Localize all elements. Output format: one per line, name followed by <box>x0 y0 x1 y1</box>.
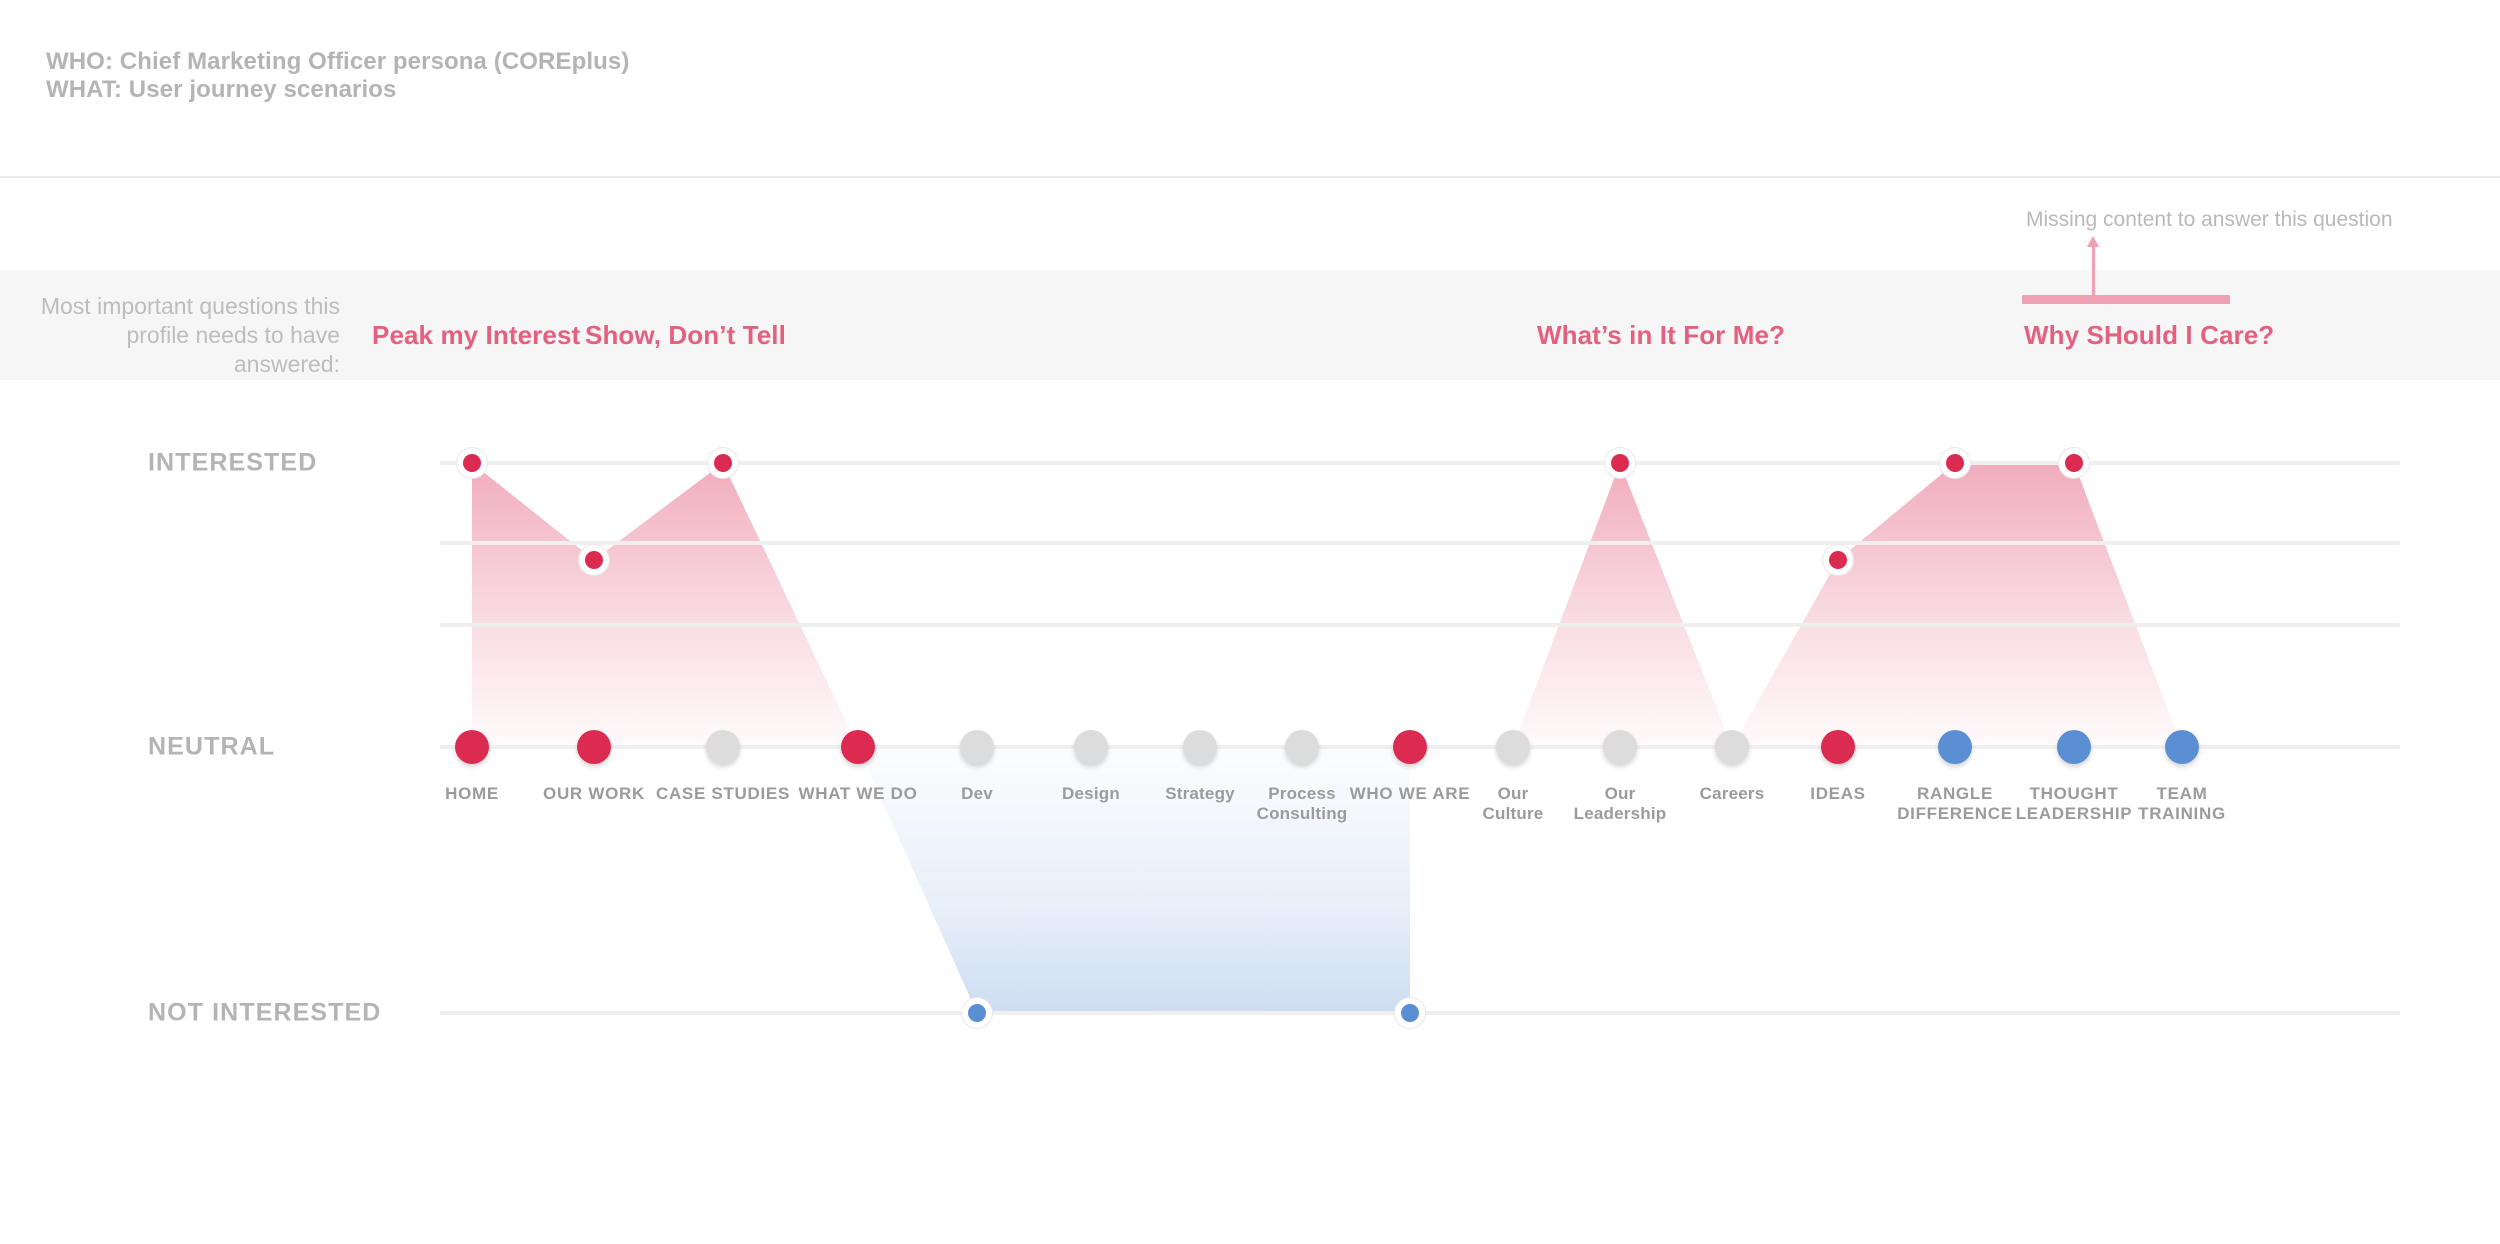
journey-chart: INTERESTED NEUTRAL NOT INTERESTED HOME O… <box>0 0 2500 1244</box>
red-area-middle <box>1513 463 1732 747</box>
node-team-training[interactable] <box>2165 730 2199 764</box>
node-label-home: HOME <box>445 784 499 803</box>
interest-marker-ideas[interactable] <box>1829 551 1847 569</box>
node-case-studies[interactable] <box>706 730 740 764</box>
node-label-ideas: IDEAS <box>1810 784 1866 803</box>
node-label-our-leadership: Our Leadership <box>1573 784 1667 823</box>
interest-marker-home[interactable] <box>463 454 481 472</box>
node-our-leadership[interactable] <box>1603 730 1637 764</box>
node-label-thought-leadership: THOUGHT LEADERSHIP <box>2015 784 2133 823</box>
node-who-we-are[interactable] <box>1393 730 1427 764</box>
interest-marker-dev[interactable] <box>968 1004 986 1022</box>
node-our-work[interactable] <box>577 730 611 764</box>
gridline-interested <box>440 461 2400 465</box>
node-home[interactable] <box>455 730 489 764</box>
gridline-not-interested <box>440 1011 2400 1015</box>
node-label-case-studies: CASE STUDIES <box>655 784 791 803</box>
red-area-right <box>1732 463 2182 747</box>
node-label-process-consulting: Process Consulting <box>1256 784 1348 823</box>
node-what-we-do[interactable] <box>841 730 875 764</box>
node-label-rangle-difference: RANGLE DIFFERENCE <box>1897 784 2013 823</box>
axis-label-neutral: NEUTRAL <box>148 732 276 761</box>
node-label-careers: Careers <box>1699 784 1765 803</box>
node-strategy[interactable] <box>1183 730 1217 764</box>
node-process-consulting[interactable] <box>1285 730 1319 764</box>
node-label-what-we-do: WHAT WE DO <box>798 784 918 803</box>
node-label-who-we-are: WHO WE ARE <box>1349 784 1471 803</box>
node-our-culture[interactable] <box>1496 730 1530 764</box>
node-label-dev: Dev <box>961 784 993 803</box>
interest-marker-case-studies[interactable] <box>714 454 732 472</box>
node-ideas[interactable] <box>1821 730 1855 764</box>
node-dev[interactable] <box>960 730 994 764</box>
axis-label-not-interested: NOT INTERESTED <box>148 998 382 1027</box>
interest-marker-our-work[interactable] <box>585 551 603 569</box>
node-rangle-difference[interactable] <box>1938 730 1972 764</box>
red-area-left <box>472 463 858 747</box>
node-label-team-training: TEAM TRAINING <box>2138 784 2226 823</box>
node-careers[interactable] <box>1715 730 1749 764</box>
axis-label-interested: INTERESTED <box>148 448 318 477</box>
node-label-our-culture: Our Culture <box>1482 784 1544 823</box>
interest-marker-thought-leadership[interactable] <box>2065 454 2083 472</box>
interest-marker-who-we-are-low[interactable] <box>1401 1004 1419 1022</box>
node-thought-leadership[interactable] <box>2057 730 2091 764</box>
node-label-design: Design <box>1062 784 1120 803</box>
interest-marker-rangle-difference[interactable] <box>1946 454 1964 472</box>
gridline-upper-mid <box>440 541 2400 545</box>
node-design[interactable] <box>1074 730 1108 764</box>
gridline-lower-mid <box>440 623 2400 627</box>
node-label-our-work: OUR WORK <box>543 784 645 803</box>
interest-marker-our-leadership[interactable] <box>1611 454 1629 472</box>
node-label-strategy: Strategy <box>1165 784 1235 803</box>
chart-area-fills <box>472 463 2182 1013</box>
